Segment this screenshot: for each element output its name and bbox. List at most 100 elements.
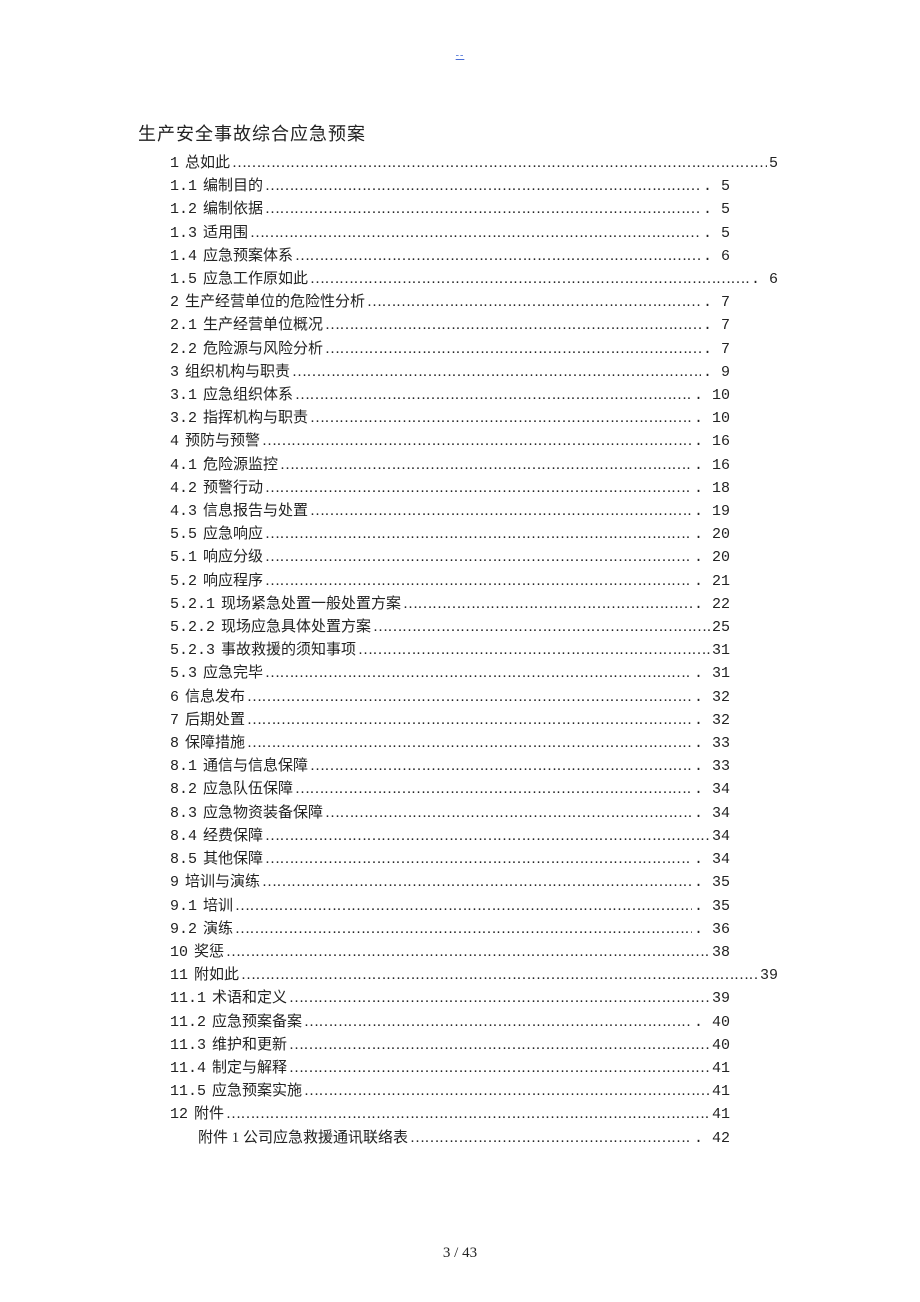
toc-entry-page: 41	[712, 1103, 730, 1126]
toc-entry-number: 4.3	[170, 500, 197, 523]
toc-entry: 11.1术语和定义39	[170, 987, 730, 1010]
toc-entry-page: . 34	[694, 802, 730, 825]
toc-leader-dots	[265, 175, 701, 190]
toc-entry-page: . 40	[694, 1011, 730, 1034]
toc-entry: 8.1通信与信息保障. 33	[170, 755, 730, 778]
toc-entry-page: . 19	[694, 500, 730, 523]
toc-entry-page: . 34	[694, 778, 730, 801]
document-title: 生产安全事故综合应急预案	[138, 120, 772, 146]
toc-entry-label: 响应分级	[203, 546, 263, 569]
toc-leader-dots	[247, 686, 692, 701]
toc-entry: 3组织机构与职责. 9	[170, 361, 730, 384]
toc-leader-dots	[280, 454, 692, 469]
toc-leader-dots	[325, 802, 692, 817]
toc-leader-dots	[289, 987, 710, 1002]
toc-entry-number: 11.2	[170, 1011, 206, 1034]
toc-entry: 4预防与预警. 16	[170, 430, 730, 453]
toc-entry-page: . 6	[751, 268, 778, 291]
toc-entry-number: 2.1	[170, 314, 197, 337]
toc-entry-number: 12	[170, 1103, 188, 1126]
toc-entry-page: . 9	[703, 361, 730, 384]
toc-entry: 4.2预警行动. 18	[170, 477, 730, 500]
toc-entry: 6信息发布. 32	[170, 686, 730, 709]
toc-entry-number: 5.2.1	[170, 593, 215, 616]
toc-entry-number: 1.3	[170, 222, 197, 245]
toc-entry-label: 应急预案实施	[212, 1080, 302, 1103]
toc-entry: 4.1危险源监控. 16	[170, 454, 730, 477]
toc-entry: 5.1响应分级. 20	[170, 546, 730, 569]
toc-entry: 11附如此39	[170, 964, 778, 987]
toc-entry-number: 1.1	[170, 175, 197, 198]
toc-entry-label: 危险源与风险分析	[203, 338, 323, 361]
toc-entry: 9.1培训. 35	[170, 895, 730, 918]
toc-entry-page: 41	[712, 1057, 730, 1080]
toc-entry-number: 9	[170, 871, 179, 894]
toc-entry-label: 应急预案备案	[212, 1011, 302, 1034]
toc-entry-label: 保障措施	[185, 732, 245, 755]
toc-entry-label: 现场紧急处置一般处置方案	[221, 593, 401, 616]
toc-entry-label: 通信与信息保障	[203, 755, 308, 778]
toc-leader-dots	[265, 546, 692, 561]
toc-leader-dots	[325, 338, 701, 353]
toc-entry-number: 11.1	[170, 987, 206, 1010]
toc-entry-number: 8.2	[170, 778, 197, 801]
toc-leader-dots	[304, 1011, 692, 1026]
toc-entry-page: . 5	[703, 222, 730, 245]
toc-entry-page: . 7	[703, 314, 730, 337]
toc-entry-number: 1.5	[170, 268, 197, 291]
toc-entry-label: 附件	[194, 1103, 224, 1126]
toc-entry-label: 其他保障	[203, 848, 263, 871]
toc-entry-number: 8.3	[170, 802, 197, 825]
toc-entry: 2.1 生产经营单位概况 . 7	[170, 314, 730, 337]
toc-leader-dots	[265, 662, 692, 677]
toc-leader-dots	[310, 500, 692, 515]
toc-entry-label: 危险源监控	[203, 454, 278, 477]
toc-entry-page: 40	[712, 1034, 730, 1057]
toc-entry-page: . 20	[694, 546, 730, 569]
toc-leader-dots	[310, 268, 749, 283]
toc-entry: 11.3维护和更新40	[170, 1034, 730, 1057]
toc-entry-label: 应急完毕	[203, 662, 263, 685]
toc-leader-dots	[241, 964, 758, 979]
toc-entry: 12 附件 41	[170, 1103, 730, 1126]
toc-entry-label: 事故救援的须知事项	[221, 639, 356, 662]
toc-entry-label: 组织机构与职责	[185, 361, 290, 384]
page-footer: 3 / 43	[0, 1245, 920, 1262]
toc-entry-page: . 33	[694, 732, 730, 755]
toc-entry-page: . 10	[694, 384, 730, 407]
toc-entry-page: . 5	[703, 198, 730, 221]
toc-leader-dots	[262, 871, 692, 886]
toc-entry-label: 演练	[203, 918, 233, 941]
toc-entry-number: 1	[170, 152, 179, 175]
toc-entry-label: 预警行动	[203, 477, 263, 500]
toc-entry-label: 指挥机构与职责	[203, 407, 308, 430]
toc-entry: 11.4制定与解释41	[170, 1057, 730, 1080]
toc-entry-number: 5.5	[170, 523, 197, 546]
toc-entry-number: 7	[170, 709, 179, 732]
toc-leader-dots	[247, 732, 692, 747]
toc-entry: 1.3适用围. 5	[170, 222, 730, 245]
toc-leader-dots	[358, 639, 710, 654]
toc-leader-dots	[367, 291, 701, 306]
toc-entry: 8.2应急队伍保障. 34	[170, 778, 730, 801]
toc-entry-number: 11.5	[170, 1080, 206, 1103]
toc-leader-dots	[265, 198, 701, 213]
toc-entry-label: 总如此	[185, 152, 230, 175]
toc-entry-label: 编制目的	[203, 175, 263, 198]
toc-entry-label: 生产经营单位概况	[203, 314, 323, 337]
toc-entry-label: 培训与演练	[185, 871, 260, 894]
toc-entry-page: . 18	[694, 477, 730, 500]
toc-leader-dots	[373, 616, 710, 631]
toc-leader-dots	[310, 407, 692, 422]
toc-entry: 9.2演练. 36	[170, 918, 730, 941]
toc-entry-label: 应急预案体系	[203, 245, 293, 268]
toc-leader-dots	[247, 709, 692, 724]
toc-entry-page: . 33	[694, 755, 730, 778]
toc-entry-page: . 6	[703, 245, 730, 268]
toc-entry: 11.5应急预案实施41	[170, 1080, 730, 1103]
toc-entry-number: 11	[170, 964, 188, 987]
toc-entry: 1.5应急工作原如此. 6	[170, 268, 778, 291]
toc-entry-number: 8	[170, 732, 179, 755]
toc-entry: 3.2指挥机构与职责. 10	[170, 407, 730, 430]
toc-entry: 9培训与演练. 35	[170, 871, 730, 894]
